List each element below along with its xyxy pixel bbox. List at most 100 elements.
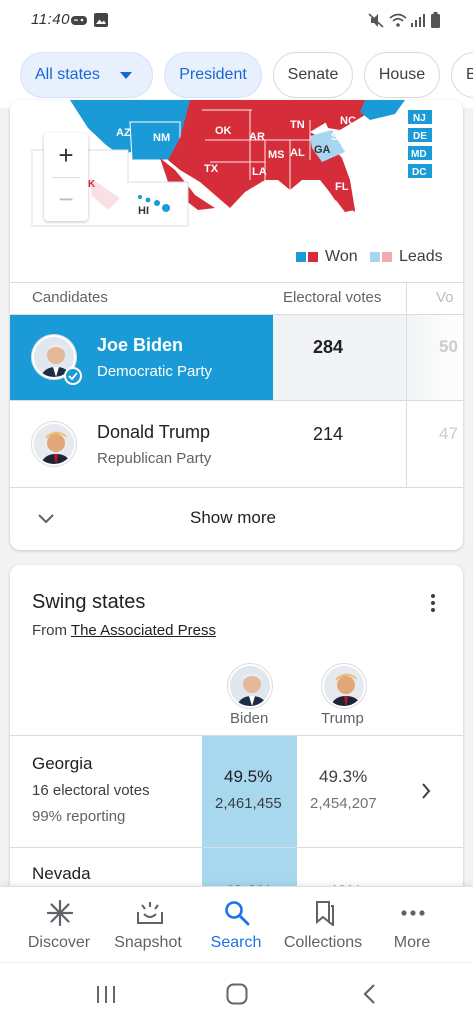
bookmark-icon <box>316 901 334 926</box>
candidate-party-biden: Democratic Party <box>97 363 213 380</box>
show-more-label: Show more <box>190 508 276 527</box>
nav-snapshot[interactable]: Snapshot <box>103 892 193 962</box>
nav-snapshot-label: Snapshot <box>114 934 182 951</box>
swing-states-title: Swing states <box>32 591 146 613</box>
more-vert-icon[interactable] <box>429 593 437 613</box>
filter-chip-bar: All states President Senate House B <box>0 42 473 108</box>
popular-votes-trump: 47 <box>439 424 458 443</box>
header-popular-votes: Vo <box>436 289 454 306</box>
avatar-trump <box>32 422 76 466</box>
popular-votes-biden: 50 <box>439 337 458 356</box>
chevron-right-icon <box>422 783 431 799</box>
map-legend: Won Leads <box>296 247 456 267</box>
nav-search[interactable]: Search <box>191 892 281 962</box>
header-candidates: Candidates <box>32 289 108 306</box>
swing-reporting: 99% reporting <box>32 808 126 825</box>
map-label-ak: K <box>88 179 96 190</box>
map-label-hi: HI <box>138 205 149 217</box>
legend-leads-rep-swatch <box>382 252 392 262</box>
swing-trump-pct: 49.3% <box>319 767 368 786</box>
asterisk-icon <box>47 900 73 926</box>
map-label-al: AL <box>290 147 305 159</box>
winner-check-icon <box>64 367 82 385</box>
map-label-tx: TX <box>204 163 219 175</box>
map-label-sc: SC <box>331 131 346 143</box>
swing-header-trump: Trump <box>321 710 364 727</box>
system-nav-bar <box>0 962 473 1024</box>
swing-state-name: Nevada <box>32 864 91 883</box>
candidate-name-trump: Donald Trump <box>97 422 211 442</box>
map-label-az: AZ <box>116 127 131 139</box>
nav-collections-label: Collections <box>283 934 363 951</box>
snapshot-icon <box>137 902 163 924</box>
swing-trump-votes: 2,454,207 <box>310 795 377 812</box>
candidate-row-biden[interactable]: Joe Biden Democratic Party <box>10 315 273 400</box>
legend-won-dem-swatch <box>296 252 306 262</box>
map-label-ar: AR <box>249 131 265 143</box>
battery-icon <box>431 12 440 28</box>
chip-all-states-label: All states <box>35 66 100 83</box>
map-label-dc: DC <box>412 167 426 178</box>
swing-biden-votes: 2,461,455 <box>215 795 282 812</box>
back-icon[interactable] <box>362 984 376 1004</box>
search-icon <box>225 901 250 926</box>
candidate-name-biden: Joe Biden <box>97 335 184 355</box>
chip-house[interactable]: House <box>364 52 440 98</box>
dropdown-arrow-icon <box>120 72 132 79</box>
swing-avatar-biden <box>228 664 272 708</box>
chip-president[interactable]: President <box>164 52 262 98</box>
swing-header-biden: Biden <box>230 710 269 727</box>
map-zoom-control: + − <box>44 133 88 221</box>
zoom-out-button[interactable]: − <box>44 177 88 221</box>
candidate-row-trump[interactable]: Donald Trump Republican Party 214 <box>10 401 406 487</box>
map-label-de: DE <box>413 131 427 142</box>
home-icon[interactable] <box>226 983 248 1005</box>
candidate-party-trump: Republican Party <box>97 450 212 467</box>
nav-more[interactable]: More <box>367 892 457 962</box>
electoral-votes-trump: 214 <box>313 424 344 444</box>
legend-won-label: Won <box>325 248 358 265</box>
show-more-button[interactable]: Show more <box>10 488 463 550</box>
nav-discover-label: Discover <box>27 934 91 951</box>
swing-states-card: Swing states From The Associated Press B… <box>10 565 463 905</box>
mute-icon <box>368 13 384 28</box>
swing-row-georgia[interactable]: Georgia 16 electoral votes 99% reporting… <box>10 736 463 847</box>
map-label-md: MD <box>411 149 427 160</box>
chevron-down-icon <box>38 514 54 524</box>
chip-senate[interactable]: Senate <box>273 52 353 98</box>
map-label-ga: GA <box>314 144 331 156</box>
swing-state-name: Georgia <box>32 754 93 773</box>
popular-cell-biden: 50 <box>407 315 463 400</box>
map-label-ms: MS <box>268 149 285 161</box>
nav-collections[interactable]: Collections <box>278 892 368 962</box>
swing-electoral-votes: 16 electoral votes <box>32 782 150 799</box>
map-label-la: LA <box>252 166 267 178</box>
swing-biden-cell: 49.5% 2,461,455 <box>202 736 297 847</box>
map-label-tn: TN <box>290 119 305 131</box>
status-time: 11:40 <box>31 11 70 28</box>
swing-source: From The Associated Press <box>32 622 216 639</box>
map-label-nj: NJ <box>413 113 426 124</box>
wifi-icon <box>389 13 407 27</box>
chip-all-states[interactable]: All states <box>20 52 153 98</box>
recent-apps-icon[interactable] <box>95 985 117 1004</box>
chip-president-label: President <box>179 66 247 83</box>
map-label-nm: NM <box>153 132 170 144</box>
more-horizontal-icon <box>401 910 425 916</box>
nav-discover[interactable]: Discover <box>14 892 104 962</box>
nav-search-label: Search <box>210 934 262 951</box>
swing-source-prefix: From <box>32 622 67 639</box>
chip-senate-label: Senate <box>287 66 339 83</box>
chip-ballot-label: B <box>466 66 473 83</box>
election-results-card: AZ NM OK AR TN NC SC GA MS AL TX LA FL H… <box>10 100 463 550</box>
electoral-votes-biden: 284 <box>313 337 344 357</box>
nav-more-label: More <box>393 934 431 951</box>
chip-ballot[interactable]: B <box>451 52 473 98</box>
zoom-in-button[interactable]: + <box>44 133 88 177</box>
chip-house-label: House <box>378 66 426 83</box>
gamepad-icon <box>71 16 87 25</box>
legend-leads-dem-swatch <box>370 252 380 262</box>
map-label-nc: NC <box>340 115 356 127</box>
swing-source-link[interactable]: The Associated Press <box>71 622 216 639</box>
status-bar: 11:40 <box>0 0 473 42</box>
